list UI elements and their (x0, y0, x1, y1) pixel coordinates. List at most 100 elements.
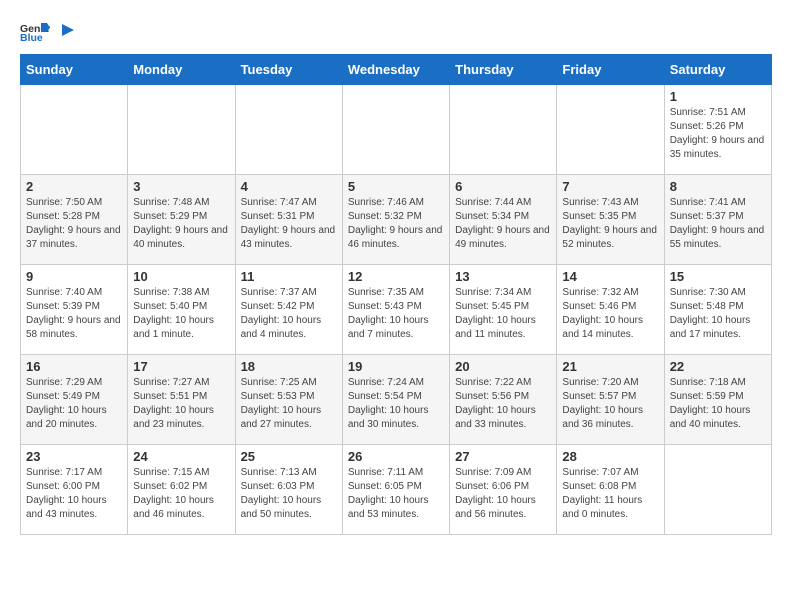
day-info: Sunrise: 7:40 AM Sunset: 5:39 PM Dayligh… (26, 286, 122, 342)
day-number: 23 (26, 449, 122, 464)
calendar-cell: 22 Sunrise: 7:18 AM Sunset: 5:59 PM Dayli… (664, 355, 771, 445)
week-row: 23Sunrise: 7:17 AM Sunset: 6:00 PM Dayli… (21, 445, 772, 535)
day-number: 9 (26, 269, 122, 284)
day-info: Sunrise: 7:30 AM Sunset: 5:48 PM Dayligh… (670, 286, 766, 342)
day-number: 11 (241, 269, 337, 284)
calendar-cell (235, 85, 342, 175)
day-number: 10 (133, 269, 229, 284)
day-info: Sunrise: 7:07 AM Sunset: 6:08 PM Dayligh… (562, 466, 658, 522)
calendar-cell: 5 Sunrise: 7:46 AM Sunset: 5:32 PM Daylig… (342, 175, 449, 265)
calendar-cell: 10 Sunrise: 7:38 AM Sunset: 5:40 PM Dayli… (128, 265, 235, 355)
day-number: 17 (133, 359, 229, 374)
logo-icon: General Blue (20, 20, 50, 44)
calendar-cell: 24 Sunrise: 7:15 AM Sunset: 6:02 PM Dayli… (128, 445, 235, 535)
day-info: Sunrise: 7:24 AM Sunset: 5:54 PM Dayligh… (348, 376, 444, 432)
calendar-cell: 16 Sunrise: 7:29 AM Sunset: 5:49 PM Dayli… (21, 355, 128, 445)
calendar-cell: 6 Sunrise: 7:44 AM Sunset: 5:34 PM Daylig… (450, 175, 557, 265)
day-info: Sunrise: 7:15 AM Sunset: 6:02 PM Dayligh… (133, 466, 229, 522)
calendar-cell: 27Sunrise: 7:09 AM Sunset: 6:06 PM Dayli… (450, 445, 557, 535)
week-row: 2 Sunrise: 7:50 AM Sunset: 5:28 PM Daylig… (21, 175, 772, 265)
col-header-friday: Friday (557, 55, 664, 85)
day-info: Sunrise: 7:43 AM Sunset: 5:35 PM Dayligh… (562, 196, 658, 252)
calendar-cell: 11 Sunrise: 7:37 AM Sunset: 5:42 PM Dayli… (235, 265, 342, 355)
calendar-cell: 7 Sunrise: 7:43 AM Sunset: 5:35 PM Daylig… (557, 175, 664, 265)
day-info: Sunrise: 7:20 AM Sunset: 5:57 PM Dayligh… (562, 376, 658, 432)
day-info: Sunrise: 7:38 AM Sunset: 5:40 PM Dayligh… (133, 286, 229, 342)
day-number: 15 (670, 269, 766, 284)
calendar-cell: 2 Sunrise: 7:50 AM Sunset: 5:28 PM Daylig… (21, 175, 128, 265)
col-header-monday: Monday (128, 55, 235, 85)
day-info: Sunrise: 7:51 AM Sunset: 5:26 PM Dayligh… (670, 106, 766, 162)
col-header-thursday: Thursday (450, 55, 557, 85)
day-info: Sunrise: 7:27 AM Sunset: 5:51 PM Dayligh… (133, 376, 229, 432)
day-number: 28 (562, 449, 658, 464)
day-info: Sunrise: 7:34 AM Sunset: 5:45 PM Dayligh… (455, 286, 551, 342)
day-number: 4 (241, 179, 337, 194)
day-info: Sunrise: 7:11 AM Sunset: 6:05 PM Dayligh… (348, 466, 444, 522)
day-number: 16 (26, 359, 122, 374)
col-header-tuesday: Tuesday (235, 55, 342, 85)
calendar-cell (664, 445, 771, 535)
calendar-cell: 21 Sunrise: 7:20 AM Sunset: 5:57 PM Dayli… (557, 355, 664, 445)
calendar-cell: 20 Sunrise: 7:22 AM Sunset: 5:56 PM Dayli… (450, 355, 557, 445)
svg-text:Blue: Blue (20, 32, 43, 44)
day-info: Sunrise: 7:41 AM Sunset: 5:37 PM Dayligh… (670, 196, 766, 252)
day-number: 22 (670, 359, 766, 374)
day-number: 6 (455, 179, 551, 194)
calendar-cell: 18 Sunrise: 7:25 AM Sunset: 5:53 PM Dayli… (235, 355, 342, 445)
day-info: Sunrise: 7:22 AM Sunset: 5:56 PM Dayligh… (455, 376, 551, 432)
week-row: 16 Sunrise: 7:29 AM Sunset: 5:49 PM Dayli… (21, 355, 772, 445)
calendar-cell (128, 85, 235, 175)
day-info: Sunrise: 7:18 AM Sunset: 5:59 PM Dayligh… (670, 376, 766, 432)
day-info: Sunrise: 7:13 AM Sunset: 6:03 PM Dayligh… (241, 466, 337, 522)
calendar-cell: 15 Sunrise: 7:30 AM Sunset: 5:48 PM Dayli… (664, 265, 771, 355)
calendar-cell: 1 Sunrise: 7:51 AM Sunset: 5:26 PM Daylig… (664, 85, 771, 175)
calendar-cell: 14Sunrise: 7:32 AM Sunset: 5:46 PM Dayli… (557, 265, 664, 355)
day-info: Sunrise: 7:46 AM Sunset: 5:32 PM Dayligh… (348, 196, 444, 252)
day-number: 8 (670, 179, 766, 194)
calendar-cell: 17 Sunrise: 7:27 AM Sunset: 5:51 PM Dayli… (128, 355, 235, 445)
calendar-cell: 8 Sunrise: 7:41 AM Sunset: 5:37 PM Daylig… (664, 175, 771, 265)
header: General Blue (20, 20, 772, 44)
day-number: 25 (241, 449, 337, 464)
day-number: 21 (562, 359, 658, 374)
day-info: Sunrise: 7:50 AM Sunset: 5:28 PM Dayligh… (26, 196, 122, 252)
col-header-saturday: Saturday (664, 55, 771, 85)
day-number: 7 (562, 179, 658, 194)
col-header-wednesday: Wednesday (342, 55, 449, 85)
day-info: Sunrise: 7:29 AM Sunset: 5:49 PM Dayligh… (26, 376, 122, 432)
week-row: 9 Sunrise: 7:40 AM Sunset: 5:39 PM Daylig… (21, 265, 772, 355)
day-number: 18 (241, 359, 337, 374)
calendar-cell: 26 Sunrise: 7:11 AM Sunset: 6:05 PM Dayli… (342, 445, 449, 535)
day-number: 5 (348, 179, 444, 194)
logo-flag-icon (54, 22, 76, 42)
col-header-sunday: Sunday (21, 55, 128, 85)
calendar-cell: 12 Sunrise: 7:35 AM Sunset: 5:43 PM Dayli… (342, 265, 449, 355)
day-info: Sunrise: 7:44 AM Sunset: 5:34 PM Dayligh… (455, 196, 551, 252)
day-number: 2 (26, 179, 122, 194)
day-number: 19 (348, 359, 444, 374)
day-number: 24 (133, 449, 229, 464)
day-number: 1 (670, 89, 766, 104)
day-info: Sunrise: 7:48 AM Sunset: 5:29 PM Dayligh… (133, 196, 229, 252)
calendar-cell (557, 85, 664, 175)
day-number: 12 (348, 269, 444, 284)
day-info: Sunrise: 7:35 AM Sunset: 5:43 PM Dayligh… (348, 286, 444, 342)
calendar-table: SundayMondayTuesdayWednesdayThursdayFrid… (20, 54, 772, 535)
day-number: 13 (455, 269, 551, 284)
day-number: 26 (348, 449, 444, 464)
calendar-cell: 4 Sunrise: 7:47 AM Sunset: 5:31 PM Daylig… (235, 175, 342, 265)
day-info: Sunrise: 7:32 AM Sunset: 5:46 PM Dayligh… (562, 286, 658, 342)
calendar-cell (342, 85, 449, 175)
calendar-cell: 25 Sunrise: 7:13 AM Sunset: 6:03 PM Dayli… (235, 445, 342, 535)
day-info: Sunrise: 7:47 AM Sunset: 5:31 PM Dayligh… (241, 196, 337, 252)
calendar-cell: 23Sunrise: 7:17 AM Sunset: 6:00 PM Dayli… (21, 445, 128, 535)
calendar-cell: 3Sunrise: 7:48 AM Sunset: 5:29 PM Daylig… (128, 175, 235, 265)
day-number: 20 (455, 359, 551, 374)
day-info: Sunrise: 7:25 AM Sunset: 5:53 PM Dayligh… (241, 376, 337, 432)
logo: General Blue (20, 20, 76, 44)
calendar-cell (21, 85, 128, 175)
calendar-cell: 28 Sunrise: 7:07 AM Sunset: 6:08 PM Dayli… (557, 445, 664, 535)
calendar-cell: 19 Sunrise: 7:24 AM Sunset: 5:54 PM Dayli… (342, 355, 449, 445)
day-info: Sunrise: 7:37 AM Sunset: 5:42 PM Dayligh… (241, 286, 337, 342)
